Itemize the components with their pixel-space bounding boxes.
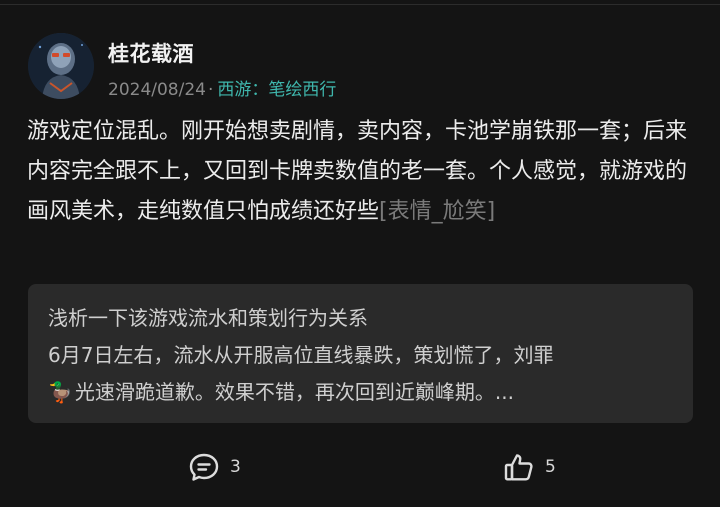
- avatar[interactable]: [28, 33, 94, 99]
- meta-separator: ·: [207, 80, 214, 100]
- post-body: 游戏定位混乱。刚开始想卖剧情，卖内容，卡池学崩铁那一套；后来内容完全跟不上，又回…: [27, 112, 687, 232]
- comment-count: 3: [230, 457, 241, 477]
- post-date: 2024/08/24: [108, 80, 206, 100]
- duck-emoji: 🦆: [48, 380, 73, 404]
- quoted-post-title: 浅析一下该游戏流水和策划行为关系: [48, 306, 368, 330]
- comment-bubble-icon: [189, 453, 219, 481]
- thumbs-up-icon: [504, 454, 533, 481]
- like-count: 5: [545, 457, 556, 477]
- post-meta: 2024/08/24 · 西游：笔绘西行: [108, 75, 336, 100]
- post-card: 桂花载酒 2024/08/24 · 西游：笔绘西行 游戏定位混乱。刚开始想卖剧情，卖…: [0, 0, 720, 507]
- username[interactable]: 桂花载酒: [108, 38, 194, 68]
- like-button[interactable]: 5: [503, 452, 556, 482]
- divider: [0, 4, 720, 5]
- quoted-post-line: 6月7日左右，流水从开服高位直线暴跌，策划慌了，刘罪: [48, 343, 554, 367]
- post-body-text: 游戏定位混乱。刚开始想卖剧情，卖内容，卡池学崩铁那一套；后来内容完全跟不上，又回…: [27, 119, 688, 224]
- comment-button[interactable]: 3: [188, 452, 241, 482]
- game-tag-link[interactable]: 西游：笔绘西行: [217, 80, 336, 100]
- emote-text: [表情_尬笑]: [379, 199, 496, 224]
- quoted-post-line: 🦆 光速滑跪道歉。效果不错，再次回到近巅峰期。...: [48, 376, 514, 405]
- quoted-post[interactable]: 浅析一下该游戏流水和策划行为关系 6月7日左右，流水从开服高位直线暴跌，策划慌了…: [28, 284, 693, 423]
- avatar-image: [28, 33, 94, 99]
- quoted-post-text: 光速滑跪道歉。效果不错，再次回到近巅峰期。...: [74, 380, 514, 404]
